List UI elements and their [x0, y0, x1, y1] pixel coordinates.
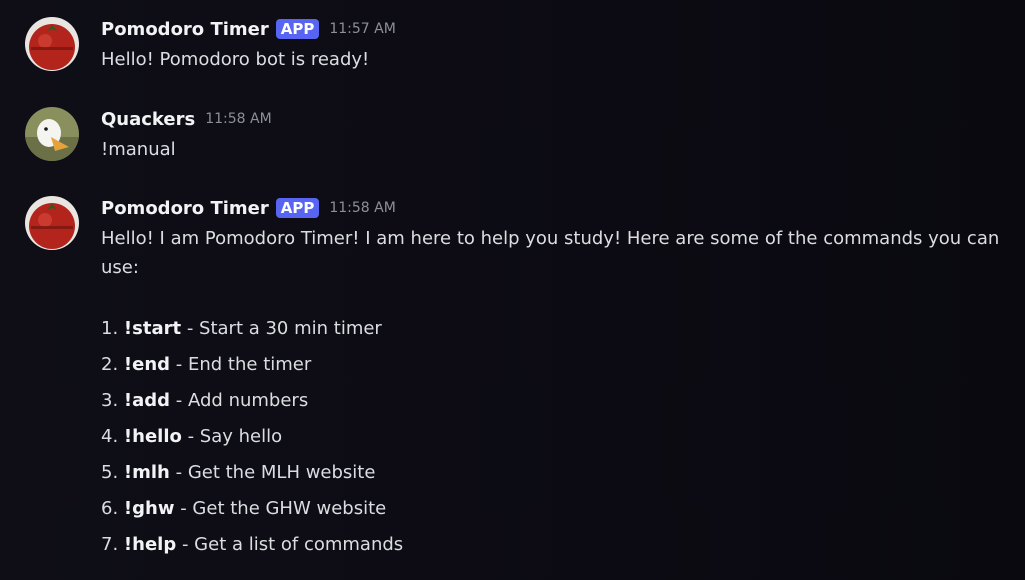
- command-name: !ghw: [123, 498, 175, 519]
- duck-avatar[interactable]: [25, 107, 79, 161]
- list-item: 7. !help - Get a list of commands: [101, 527, 1016, 563]
- message: Pomodoro Timer APP 11:58 AM Hello! I am …: [0, 196, 1025, 576]
- list-item: 3. !add - Add numbers: [101, 383, 1016, 419]
- list-item: 6. !ghw - Get the GHW website: [101, 491, 1016, 527]
- list-number: 5.: [101, 462, 119, 483]
- command-description: - Add numbers: [175, 390, 309, 411]
- message-header: Quackers 11:58 AM: [101, 107, 272, 131]
- command-name: !add: [123, 390, 171, 411]
- username[interactable]: Quackers: [101, 109, 195, 130]
- list-number: 4.: [101, 426, 119, 447]
- message-text: !manual: [101, 139, 176, 160]
- chat-message-list: Pomodoro Timer APP 11:57 AM Hello! Pomod…: [0, 0, 1025, 580]
- list-number: 2.: [101, 354, 119, 375]
- command-name: !end: [123, 354, 171, 375]
- app-badge: APP: [275, 19, 320, 39]
- list-number: 3.: [101, 390, 119, 411]
- command-description: - Get a list of commands: [181, 534, 404, 555]
- command-name: !hello: [123, 426, 182, 447]
- timestamp: 11:57 AM: [329, 21, 396, 37]
- message-text: Hello! I am Pomodoro Timer! I am here to…: [101, 228, 1000, 278]
- command-description: - Get the MLH website: [175, 462, 376, 483]
- message: Quackers 11:58 AM !manual: [0, 107, 1025, 167]
- message: Pomodoro Timer APP 11:57 AM Hello! Pomod…: [0, 17, 1025, 77]
- list-number: 6.: [101, 498, 119, 519]
- list-item: 2. !end - End the timer: [101, 347, 1016, 383]
- command-description: - Say hello: [187, 426, 283, 447]
- list-item: 4. !hello - Say hello: [101, 419, 1016, 455]
- message-text: Hello! Pomodoro bot is ready!: [101, 49, 370, 70]
- message-body: Hello! I am Pomodoro Timer! I am here to…: [101, 224, 1016, 563]
- username[interactable]: Pomodoro Timer: [101, 198, 269, 219]
- list-item: 5. !mlh - Get the MLH website: [101, 455, 1016, 491]
- command-name: !help: [123, 534, 177, 555]
- command-description: - Get the GHW website: [180, 498, 387, 519]
- command-description: - End the timer: [175, 354, 312, 375]
- timestamp: 11:58 AM: [205, 111, 272, 127]
- command-name: !start: [123, 318, 182, 339]
- command-name: !mlh: [123, 462, 170, 483]
- username[interactable]: Pomodoro Timer: [101, 19, 269, 40]
- list-number: 1.: [101, 318, 119, 339]
- app-badge: APP: [275, 198, 320, 218]
- tomato-avatar[interactable]: [25, 196, 79, 250]
- timestamp: 11:58 AM: [329, 200, 396, 216]
- tomato-avatar[interactable]: [25, 17, 79, 71]
- message-header: Pomodoro Timer APP 11:58 AM: [101, 196, 396, 220]
- command-description: - Start a 30 min timer: [186, 318, 382, 339]
- list-item: 1. !start - Start a 30 min timer: [101, 311, 1016, 347]
- list-number: 7.: [101, 534, 119, 555]
- message-header: Pomodoro Timer APP 11:57 AM: [101, 17, 396, 41]
- command-list: 1. !start - Start a 30 min timer 2. !end…: [101, 311, 1016, 563]
